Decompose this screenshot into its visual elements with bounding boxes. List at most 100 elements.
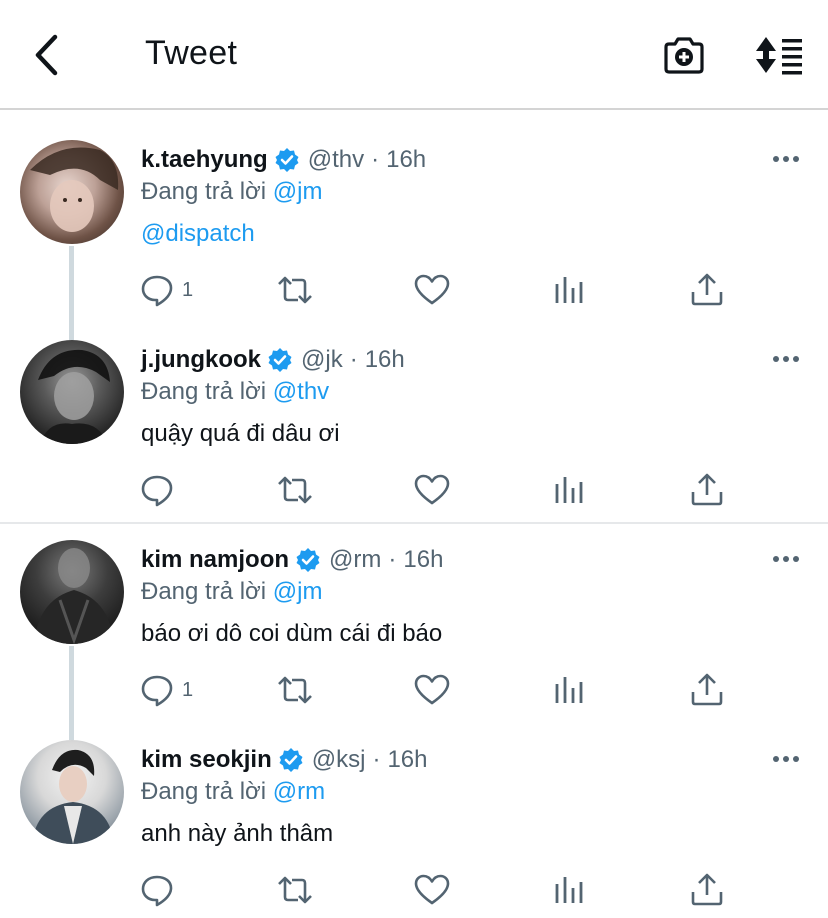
bar-chart-icon	[555, 877, 583, 903]
author-handle: @rm	[329, 546, 382, 573]
heart-icon	[414, 274, 450, 305]
heart-icon	[414, 674, 450, 705]
avatar[interactable]	[20, 340, 124, 444]
like-button[interactable]	[414, 670, 450, 710]
like-button[interactable]	[414, 270, 450, 310]
page-title: Tweet	[145, 34, 238, 72]
more-options-button[interactable]	[768, 752, 804, 766]
verified-badge-icon	[279, 748, 303, 772]
camera-plus-icon	[664, 37, 704, 74]
reply-icon	[141, 675, 173, 707]
avatar[interactable]	[20, 540, 124, 644]
meta-separator: ·	[371, 146, 380, 173]
sort-button[interactable]	[752, 32, 808, 78]
views-button[interactable]	[553, 670, 585, 710]
author-name[interactable]: k.taehyung	[141, 145, 268, 175]
sort-icon	[756, 37, 802, 75]
more-options-button[interactable]	[768, 352, 804, 366]
retweet-button[interactable]	[276, 670, 314, 710]
retweet-icon	[278, 476, 312, 504]
camera-button[interactable]	[660, 32, 708, 78]
replying-to-mention[interactable]: @rm	[273, 778, 325, 805]
views-button[interactable]	[553, 870, 585, 910]
retweet-button[interactable]	[276, 270, 314, 310]
top-bar: Tweet	[0, 0, 828, 110]
share-button[interactable]	[690, 470, 724, 510]
chevron-left-icon	[35, 34, 58, 76]
more-options-button[interactable]	[768, 152, 804, 166]
like-button[interactable]	[414, 870, 450, 910]
replying-to-mention[interactable]: @jm	[273, 578, 323, 605]
share-icon	[691, 673, 723, 706]
avatar[interactable]	[20, 140, 124, 244]
reply-button[interactable]: 1	[140, 670, 193, 710]
bar-chart-icon	[555, 677, 583, 703]
replying-prefix: Đang trả lời	[141, 178, 267, 205]
replying-prefix: Đang trả lời	[141, 378, 267, 405]
replying-to-line: Đang trả lời @jm	[141, 577, 322, 607]
reply-button[interactable]	[140, 870, 182, 910]
tweet-text: báo ơi dô coi dùm cái đi báo	[141, 620, 443, 647]
tweet[interactable]: kim seokjin @ksj · 16h Đang trả lời @rm …	[0, 740, 828, 918]
tweet[interactable]: j.jungkook @jk · 16h Đang trả lời @thv q…	[0, 340, 828, 520]
reply-button[interactable]: 1	[140, 270, 193, 310]
replying-to-mention[interactable]: @jm	[273, 178, 323, 205]
tweet-actions	[0, 470, 828, 510]
reply-icon	[141, 475, 173, 507]
more-horizontal-icon	[773, 156, 799, 162]
avatar-image	[38, 349, 110, 444]
author-row: j.jungkook @jk · 16h	[141, 345, 405, 375]
share-button[interactable]	[690, 670, 724, 710]
tweet-text[interactable]: @dispatch	[141, 219, 255, 249]
bar-chart-icon	[555, 277, 583, 303]
avatar-image	[34, 548, 114, 644]
more-horizontal-icon	[773, 356, 799, 362]
tweet-text: quậy quá đi dâu ơi	[141, 420, 340, 447]
views-button[interactable]	[553, 270, 585, 310]
retweet-icon	[278, 676, 312, 704]
tweet-time: 16h	[364, 346, 405, 373]
replying-to-line: Đang trả lời @thv	[141, 377, 329, 407]
tweet-time: 16h	[387, 746, 428, 773]
meta-separator: ·	[349, 346, 358, 373]
back-button[interactable]	[28, 32, 64, 78]
replying-to-mention[interactable]: @thv	[273, 378, 329, 405]
tweet[interactable]: k.taehyung @thv · 16h Đang trả lời @jm @…	[0, 140, 828, 320]
share-button[interactable]	[690, 270, 724, 310]
author-name[interactable]: kim seokjin	[141, 745, 272, 775]
author-name[interactable]: kim namjoon	[141, 545, 289, 575]
reply-button[interactable]	[140, 470, 182, 510]
meta-separator: ·	[372, 746, 381, 773]
tweet[interactable]: kim namjoon @rm · 16h Đang trả lời @jm b…	[0, 540, 828, 720]
verified-badge-icon	[268, 348, 292, 372]
reply-count: 1	[182, 678, 194, 701]
heart-icon	[414, 474, 450, 505]
retweet-button[interactable]	[276, 870, 314, 910]
reply-icon	[141, 875, 173, 907]
retweet-button[interactable]	[276, 470, 314, 510]
tweet-text: anh này ảnh thâm	[141, 820, 334, 847]
author-handle: @jk	[301, 346, 343, 373]
author-row: kim seokjin @ksj · 16h	[141, 745, 427, 775]
tweet-actions: 1	[0, 270, 828, 310]
tweet-actions: 1	[0, 670, 828, 710]
tweet-actions	[0, 870, 828, 910]
reply-count: 1	[182, 278, 194, 301]
reply-icon	[141, 275, 173, 307]
more-options-button[interactable]	[768, 552, 804, 566]
replying-to-line: Đang trả lời @rm	[141, 777, 325, 807]
retweet-icon	[278, 276, 312, 304]
like-button[interactable]	[414, 470, 450, 510]
share-button[interactable]	[690, 870, 724, 910]
avatar[interactable]	[20, 740, 124, 844]
tweet-time: 16h	[403, 546, 444, 573]
avatar-image	[32, 749, 114, 844]
bar-chart-icon	[555, 477, 583, 503]
more-horizontal-icon	[773, 556, 799, 562]
author-handle: @ksj	[311, 746, 366, 773]
author-name[interactable]: j.jungkook	[141, 345, 261, 375]
views-button[interactable]	[553, 470, 585, 510]
retweet-icon	[278, 876, 312, 904]
meta-separator: ·	[388, 546, 397, 573]
author-row: k.taehyung @thv · 16h	[141, 145, 426, 175]
